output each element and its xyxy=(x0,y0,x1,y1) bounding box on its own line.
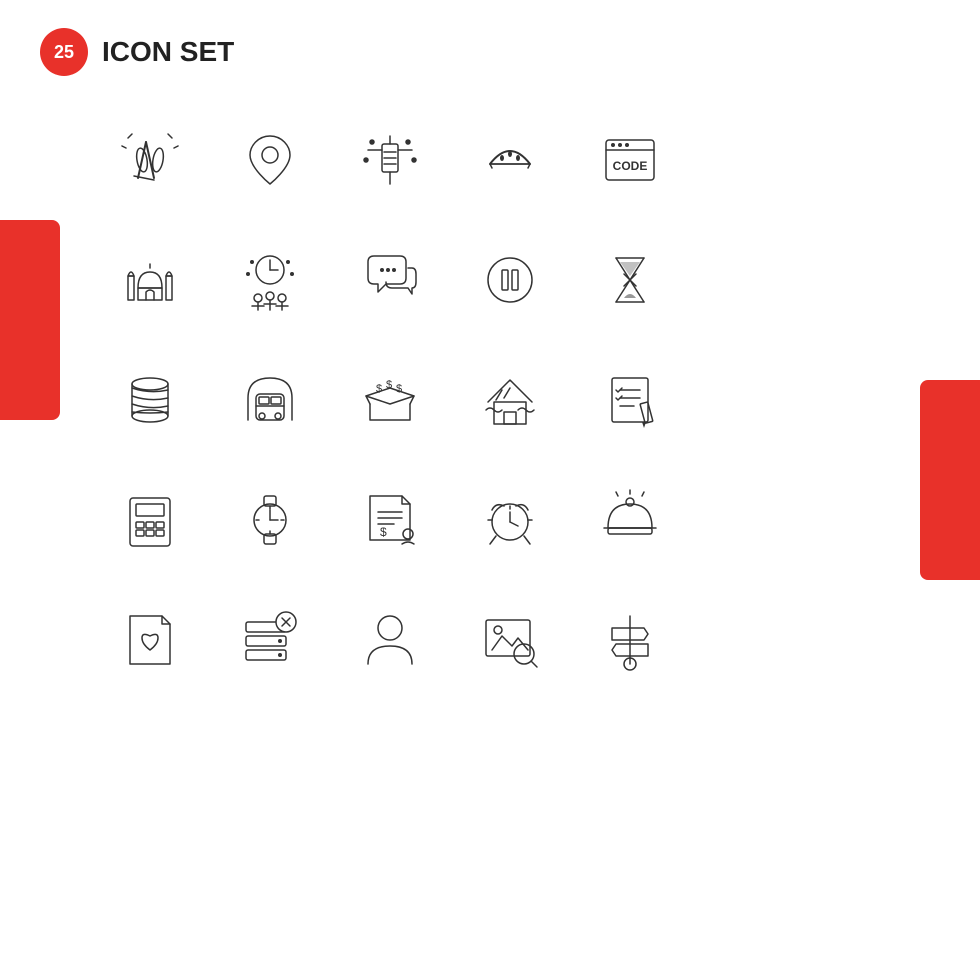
page-title: ICON SET xyxy=(102,36,234,68)
watermelon-icon xyxy=(460,110,560,210)
signpost-icon xyxy=(580,590,680,690)
image-search-icon xyxy=(460,590,560,690)
chat-bubbles-icon xyxy=(340,230,440,330)
header: 25 ICON SET xyxy=(40,28,234,76)
watch-icon xyxy=(220,470,320,570)
calculator-icon xyxy=(100,470,200,570)
pause-circle-icon xyxy=(460,230,560,330)
house-storm-icon xyxy=(460,350,560,450)
mosque-icon xyxy=(100,230,200,330)
server-error-icon xyxy=(220,590,320,690)
icon-grid: CODE xyxy=(100,110,680,690)
invoice-icon: $ xyxy=(340,470,440,570)
badge: 25 xyxy=(40,28,88,76)
thread-spool-icon xyxy=(100,350,200,450)
time-management-icon xyxy=(220,230,320,330)
svg-text:CODE: CODE xyxy=(613,159,648,173)
right-decoration xyxy=(920,380,980,580)
left-decoration xyxy=(0,220,60,420)
svg-text:$: $ xyxy=(396,383,402,395)
code-window-icon: CODE xyxy=(580,110,680,210)
svg-text:$: $ xyxy=(380,525,387,539)
syringe-icon xyxy=(340,110,440,210)
checklist-icon xyxy=(580,350,680,450)
cloche-icon xyxy=(580,470,680,570)
svg-text:$: $ xyxy=(386,379,392,391)
person-icon xyxy=(340,590,440,690)
alarm-clock-icon xyxy=(460,470,560,570)
fireworks-icon xyxy=(100,110,200,210)
svg-text:$: $ xyxy=(376,383,382,395)
hourglass-icon xyxy=(580,230,680,330)
location-pin-icon xyxy=(220,110,320,210)
heart-file-icon xyxy=(100,590,200,690)
subway-icon xyxy=(220,350,320,450)
money-box-icon: $ $ $ xyxy=(340,350,440,450)
